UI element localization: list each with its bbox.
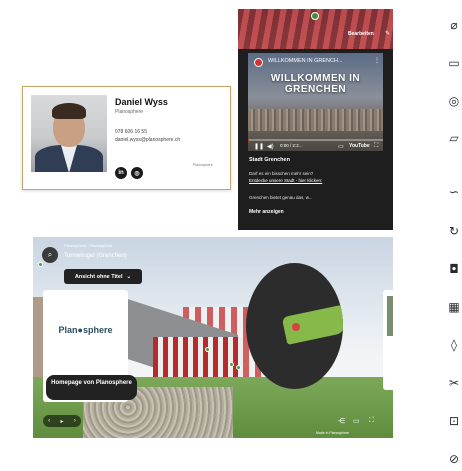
comment-icon[interactable]: ▱ — [447, 131, 461, 145]
grid-icon[interactable]: ▦ — [447, 300, 461, 314]
video-time: 0:00 / 2:2... — [280, 143, 303, 148]
scissors-icon[interactable]: ✂ — [447, 376, 461, 390]
pano-credit: Made in Planosphere — [316, 431, 350, 435]
panel-heading: Stadt Grenchen — [249, 157, 290, 163]
panel-text: Darf es ein bisschen mehr sein? — [249, 171, 314, 176]
hotspot-dot[interactable] — [229, 362, 234, 367]
panel-link[interactable]: Entdecke unsere Stadt - hier klicken: — [249, 178, 322, 183]
panel-text-2: Grenchen bietet genau das, w... — [249, 195, 313, 200]
youtube-logo[interactable]: YouTube — [349, 143, 370, 149]
contact-phone[interactable]: 078 606 16 55 — [115, 129, 147, 135]
hotspot-dot[interactable] — [205, 347, 210, 352]
prev-icon[interactable]: ‹ — [48, 418, 50, 424]
video-progress-fill — [248, 139, 249, 141]
show-more-link[interactable]: Mehr anzeigen — [249, 209, 284, 215]
homepage-button[interactable]: Homepage von Planosphere — [46, 375, 137, 400]
hide-icon[interactable]: ⊘ — [447, 452, 461, 466]
view-dropdown-label: Ansicht ohne Titel — [74, 273, 123, 280]
share-icon[interactable]: ⋲ — [338, 417, 345, 425]
gesture-icon[interactable]: ∽ — [447, 185, 461, 199]
hotspot-dot[interactable] — [38, 262, 43, 267]
fullscreen-icon[interactable]: ⛶ — [369, 417, 374, 425]
contact-name: Daniel Wyss — [115, 97, 168, 107]
video-title-bar[interactable]: WILLKOMMEN IN GRENCH... — [268, 58, 343, 64]
more-icon[interactable]: ⋮ — [374, 57, 380, 64]
contact-email[interactable]: daniel.wyss@planosphere.ch — [115, 137, 180, 143]
panorama-viewer[interactable]: ⌕ Planosphere / Planosphere Tonnekugel (… — [33, 237, 393, 438]
planosphere-logo: Plan●sphere — [58, 325, 113, 335]
video-progress-bar[interactable] — [248, 139, 383, 141]
edit-button[interactable]: Bearbeiten — [348, 31, 374, 37]
captions-icon[interactable]: ▭ — [338, 143, 344, 150]
video-player[interactable]: WILLKOMMEN IN GRENCH... ⋮ WILLKOMMEN IN … — [248, 53, 383, 151]
chevron-down-icon: ⌄ — [126, 273, 132, 280]
linkedin-icon[interactable]: in — [115, 167, 127, 179]
channel-avatar[interactable] — [254, 58, 263, 67]
fullscreen-icon[interactable]: ⛶ — [374, 143, 378, 150]
minimap-marker[interactable] — [292, 323, 300, 331]
pencil-icon[interactable]: ✎ — [385, 30, 390, 37]
crop-icon[interactable]: ⊡ — [447, 414, 461, 428]
pano-roof-stripes — [153, 337, 243, 377]
layers-icon[interactable]: ▭ — [447, 56, 461, 70]
pano-nav-controls[interactable]: ‹ ▸ › — [43, 415, 81, 427]
pause-icon[interactable]: ❚❚ — [254, 143, 264, 150]
pano-breadcrumb: Planosphere / Planosphere — [64, 243, 113, 248]
contact-logo: Planosphere — [193, 163, 213, 167]
ruler-icon[interactable]: ⌀ — [447, 18, 461, 32]
minimap-area — [281, 305, 343, 345]
hotspot-dot[interactable] — [236, 365, 241, 370]
volume-icon[interactable]: ◀) — [267, 143, 274, 150]
hotspot-dot[interactable] — [311, 12, 319, 20]
vr-icon[interactable]: ▭ — [353, 417, 360, 425]
contact-photo — [31, 95, 107, 172]
contact-card: Daniel Wyss Planosphere 078 606 16 55 da… — [22, 86, 231, 190]
view-dropdown[interactable]: Ansicht ohne Titel ⌄ — [64, 269, 142, 284]
minimap[interactable] — [246, 263, 343, 389]
video-info-panel: Bearbeiten ✎ WILLKOMMEN IN GRENCH... ⋮ W… — [238, 9, 393, 230]
next-icon[interactable]: › — [74, 418, 76, 424]
drop-icon[interactable]: ◊ — [447, 338, 461, 352]
camera-icon[interactable]: ◘ — [447, 262, 461, 276]
target-icon[interactable]: ◎ — [447, 94, 461, 108]
play-icon[interactable]: ▸ — [60, 418, 63, 425]
instagram-icon[interactable]: ◎ — [131, 167, 143, 179]
search-icon[interactable]: ⌕ — [42, 247, 58, 263]
video-city-image — [248, 109, 383, 131]
360-icon[interactable]: ↻ — [447, 224, 461, 238]
pano-location: Tonnekugel (Grenchen) — [64, 253, 127, 259]
contact-company: Planosphere — [115, 109, 144, 115]
side-card[interactable] — [383, 290, 393, 390]
video-title-overlay: WILLKOMMEN IN GRENCHEN — [270, 73, 361, 95]
